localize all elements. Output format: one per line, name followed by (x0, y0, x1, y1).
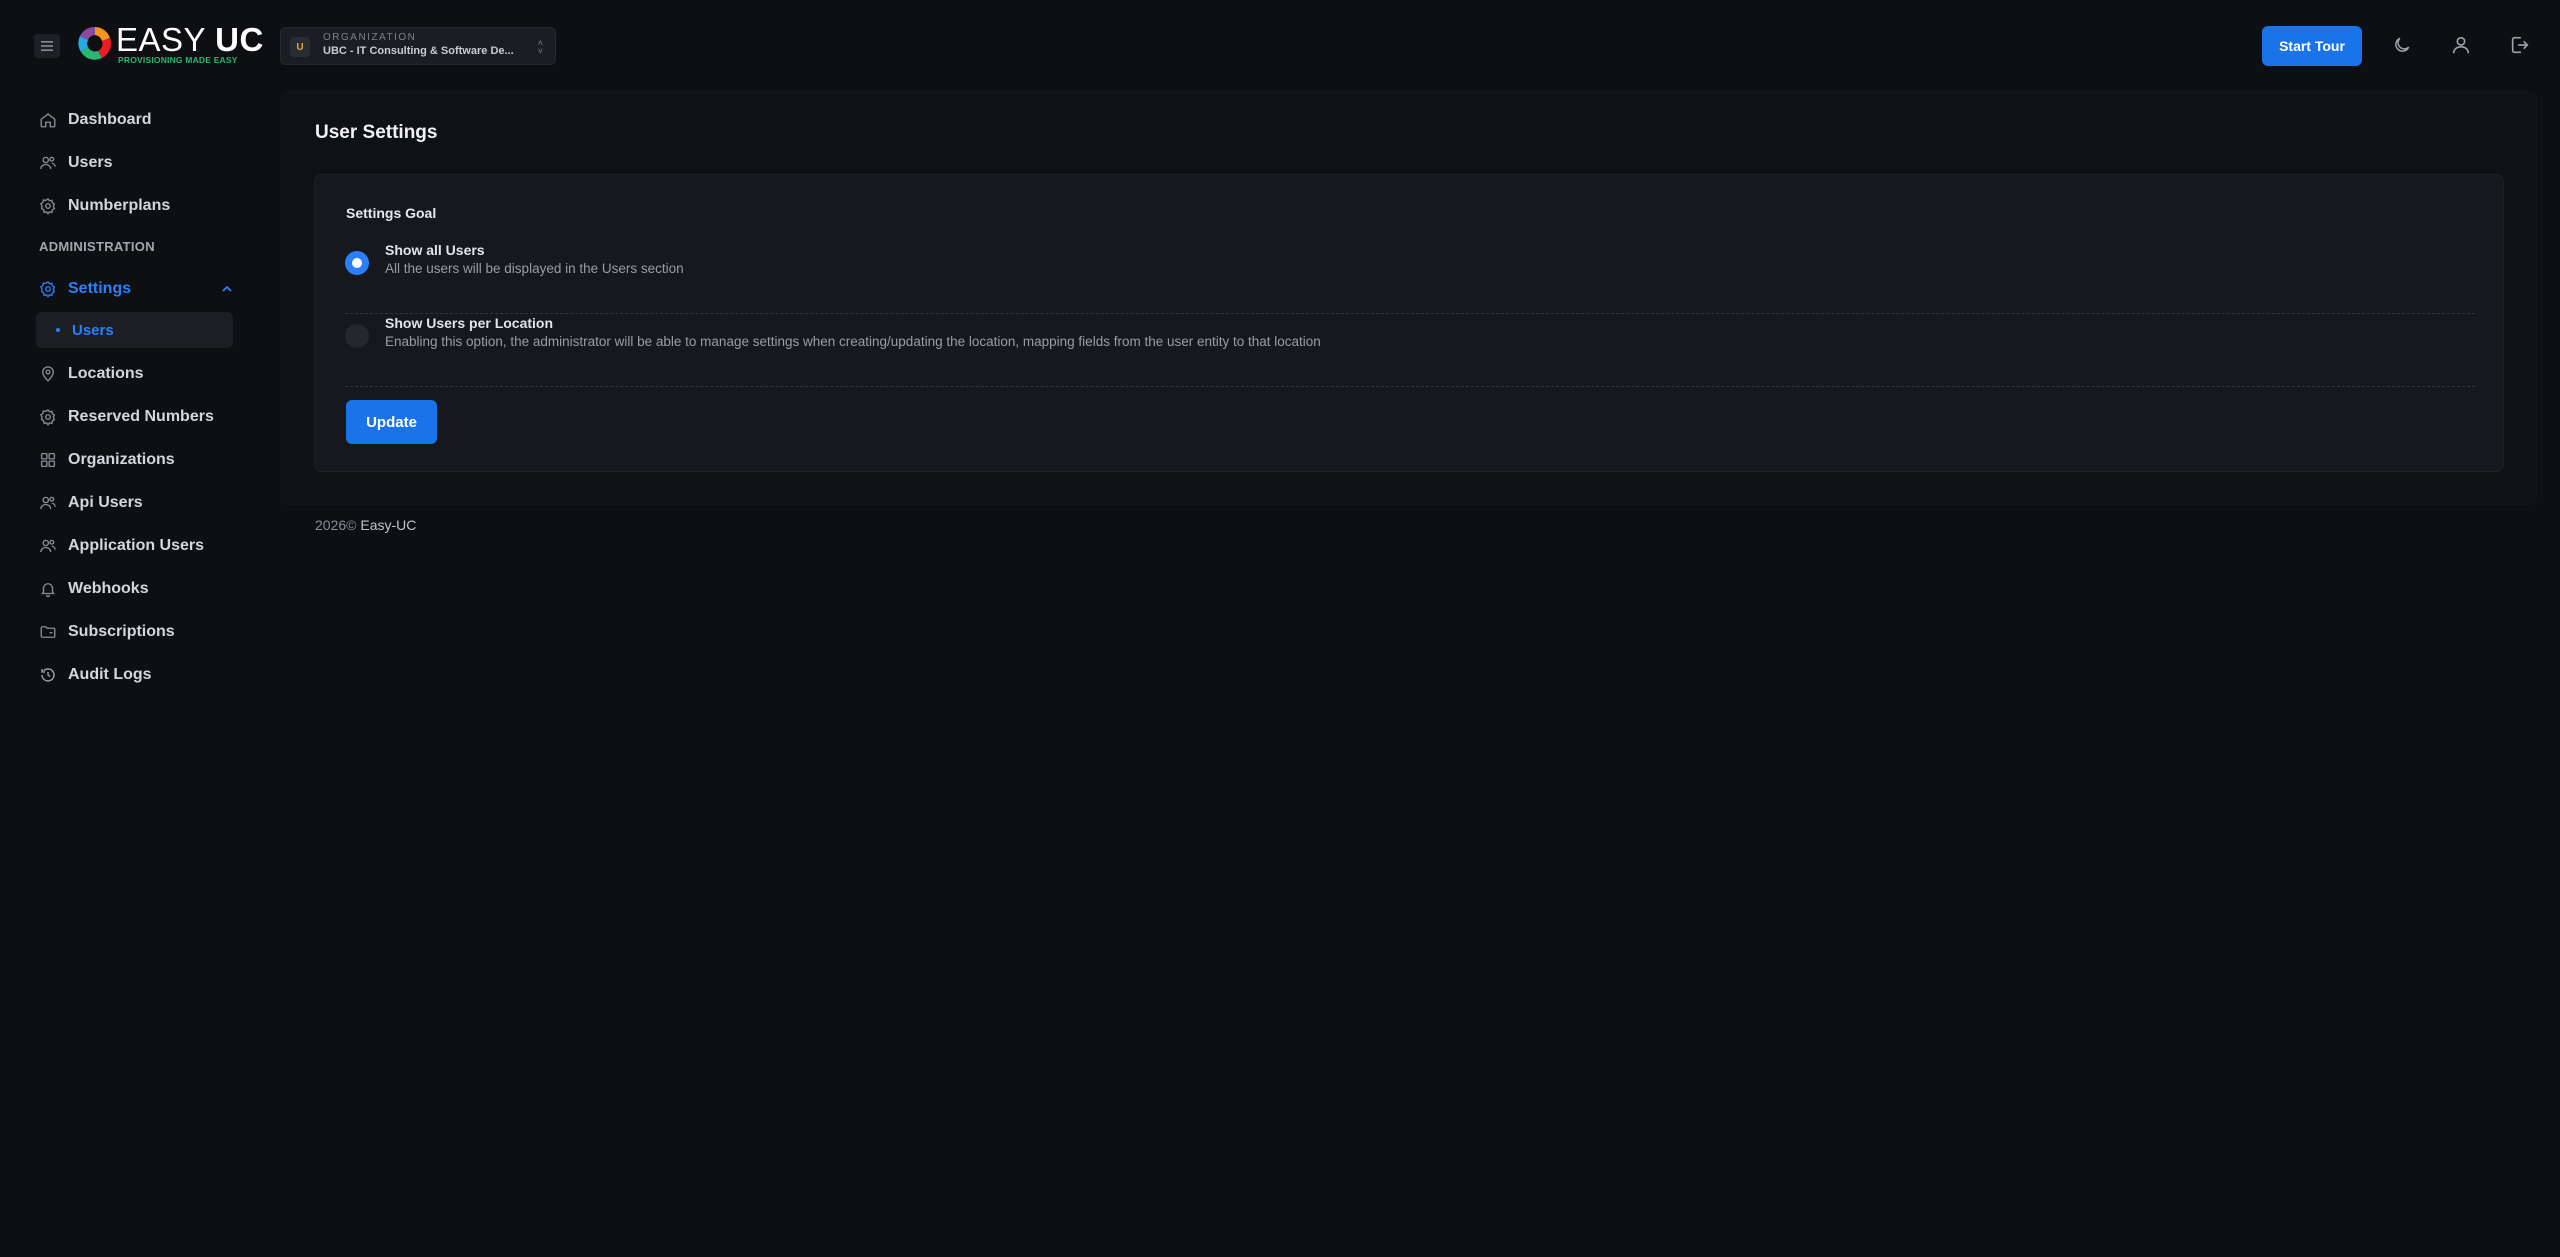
org-avatar: U (290, 37, 310, 57)
folder-icon (38, 622, 58, 642)
grid-icon (38, 450, 58, 470)
footer-year: 2026© (315, 517, 357, 533)
sidebar-item-label: Webhooks (68, 580, 149, 597)
sidebar-item-label: Settings (68, 280, 132, 297)
chevron-up-icon[interactable] (220, 282, 234, 296)
option-show-users-per-location[interactable]: Show Users per Location Enabling this op… (345, 314, 2475, 387)
card-title: Settings Goal (346, 205, 437, 221)
menu-toggle-button[interactable] (34, 34, 60, 58)
gear-icon (38, 196, 58, 216)
sidebar-item-label: Organizations (68, 451, 175, 468)
page-title: User Settings (315, 122, 438, 143)
sidebar-item-webhooks[interactable]: Webhooks (38, 574, 238, 604)
top-header: EASY UC PROVISIONING MADE EASY U ORGANIZ… (0, 0, 2560, 90)
sidebar-section-administration: ADMINISTRATION (39, 239, 155, 254)
org-caption: ORGANIZATION (323, 32, 417, 43)
sidebar-item-settings[interactable]: Settings (38, 274, 238, 304)
sidebar-item-numberplans[interactable]: Numberplans (38, 191, 238, 221)
option-description: All the users will be displayed in the U… (385, 261, 684, 276)
users-icon (38, 493, 58, 513)
sidebar-item-label: Dashboard (68, 111, 152, 128)
settings-card: Settings Goal Show all Users All the use… (314, 174, 2504, 472)
logo-mark-icon (78, 26, 112, 60)
sidebar-item-locations[interactable]: Locations (38, 359, 238, 389)
users-icon (38, 153, 58, 173)
bell-icon (38, 579, 58, 599)
organization-switcher[interactable]: U ORGANIZATION UBC - IT Consulting & Sof… (280, 27, 556, 65)
sidebar-subitem-label: Users (72, 321, 114, 339)
sidebar-item-audit-logs[interactable]: Audit Logs (38, 660, 238, 690)
chevron-up-down-icon: ˄ ˅ (537, 38, 543, 56)
home-icon (38, 110, 58, 130)
sidebar-item-label: Subscriptions (68, 623, 175, 640)
footer-brand-link[interactable]: Easy-UC (360, 517, 416, 533)
bullet-icon (56, 328, 60, 332)
option-title: Show Users per Location (385, 315, 554, 331)
sidebar-item-label: Audit Logs (68, 666, 152, 683)
org-name: UBC - IT Consulting & Software De... (323, 45, 514, 57)
sidebar-item-label: Numberplans (68, 197, 171, 214)
sidebar-item-label: Api Users (68, 494, 143, 511)
sidebar-subitem-users[interactable]: Users (36, 312, 233, 348)
start-tour-button[interactable]: Start Tour (2262, 26, 2362, 66)
menu-icon (41, 41, 53, 51)
sidebar-item-label: Application Users (68, 537, 205, 554)
theme-toggle-button[interactable] (2390, 33, 2414, 57)
sidebar-item-label: Reserved Numbers (68, 408, 214, 425)
option-title: Show all Users (385, 242, 485, 258)
sidebar-item-dashboard[interactable]: Dashboard (38, 105, 238, 135)
logout-button[interactable] (2508, 33, 2532, 57)
moon-icon (2395, 37, 2410, 52)
sidebar-item-reserved-numbers[interactable]: Reserved Numbers (38, 402, 238, 432)
sidebar-item-users[interactable]: Users (38, 148, 238, 178)
update-button[interactable]: Update (346, 400, 437, 444)
users-icon (38, 536, 58, 556)
logo-tagline: PROVISIONING MADE EASY (118, 55, 238, 65)
sidebar-item-api-users[interactable]: Api Users (38, 488, 238, 518)
history-icon (38, 665, 58, 685)
option-show-all-users[interactable]: Show all Users All the users will be dis… (345, 241, 2475, 314)
logout-icon (2511, 36, 2529, 54)
sidebar-item-label: Locations (68, 365, 144, 382)
sidebar-item-organizations[interactable]: Organizations (38, 445, 238, 475)
option-description: Enabling this option, the administrator … (385, 334, 1321, 349)
radio-show-users-per-location[interactable] (345, 324, 369, 348)
footer: 2026© Easy-UC (315, 517, 416, 533)
profile-button[interactable] (2449, 33, 2473, 57)
user-icon (2452, 36, 2470, 54)
radio-show-all-users[interactable] (345, 251, 369, 275)
sidebar-item-application-users[interactable]: Application Users (38, 531, 238, 561)
sidebar-item-label: Users (68, 154, 113, 171)
easy-uc-logo[interactable]: EASY UC PROVISIONING MADE EASY (76, 22, 263, 66)
map-pin-icon (38, 364, 58, 384)
gear-icon (38, 407, 58, 427)
gear-icon (38, 279, 58, 299)
logo-text: EASY UC (116, 21, 264, 58)
sidebar-item-subscriptions[interactable]: Subscriptions (38, 617, 238, 647)
